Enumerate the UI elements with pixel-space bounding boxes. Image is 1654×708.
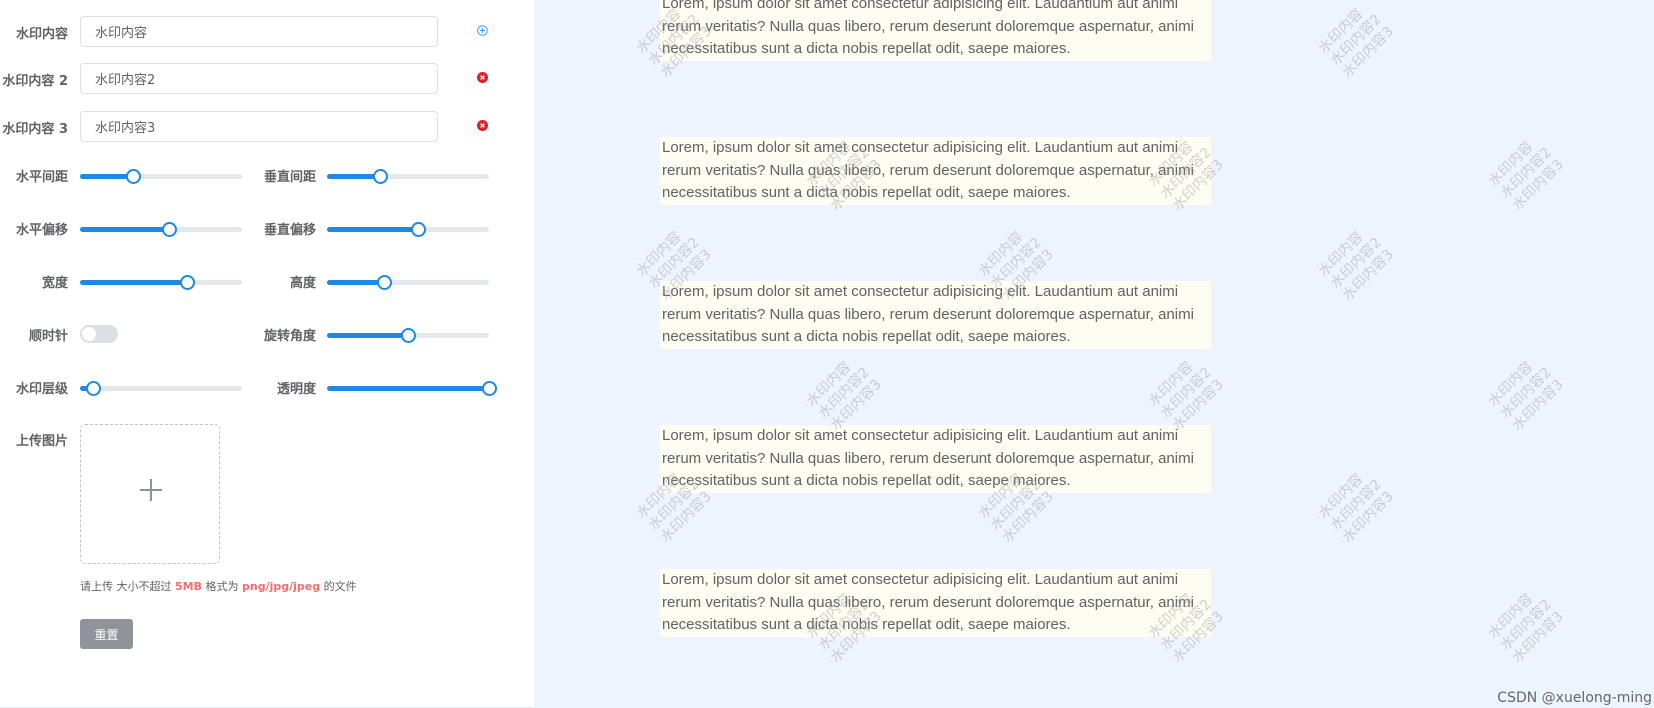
opacity-slider-thumb[interactable] bbox=[482, 381, 497, 396]
watermark-text: 水印内容 水印内容2 水印内容3 bbox=[1485, 138, 1567, 214]
gap-x-label: 水平间距 bbox=[15, 170, 68, 185]
height-slider[interactable] bbox=[327, 273, 489, 291]
offset-x-label: 水平偏移 bbox=[15, 223, 68, 238]
watermark-text: 水印内容 水印内容2 水印内容3 bbox=[1315, 5, 1397, 81]
watermark-preview-area: Lorem, ipsum dolor sit amet consectetur … bbox=[534, 0, 1654, 708]
zindex-slider-thumb[interactable] bbox=[85, 381, 101, 396]
gap-x-slider[interactable] bbox=[80, 167, 242, 185]
watermark-text: 水印内容 水印内容2 水印内容3 bbox=[1485, 358, 1567, 434]
content2-input[interactable] bbox=[80, 63, 438, 94]
remove-content3-icon[interactable] bbox=[477, 120, 488, 131]
opacity-label: 透明度 bbox=[276, 382, 316, 397]
content1-input[interactable] bbox=[80, 16, 438, 47]
watermark-text: 水印内容 水印内容2 水印内容3 bbox=[1145, 358, 1227, 434]
preview-paragraph: Lorem, ipsum dolor sit amet consectetur … bbox=[660, 281, 1211, 349]
watermark-text: 水印内容 水印内容2 水印内容3 bbox=[803, 358, 885, 434]
zindex-slider[interactable] bbox=[80, 379, 242, 397]
upload-tip-size: 5MB bbox=[175, 580, 202, 593]
height-label: 高度 bbox=[289, 276, 316, 291]
offset-y-slider-thumb[interactable] bbox=[410, 222, 426, 237]
gap-y-slider-thumb[interactable] bbox=[373, 169, 389, 184]
csdn-credit: CSDN @xuelong-ming bbox=[1497, 690, 1652, 706]
clockwise-switch-knob bbox=[82, 327, 96, 341]
gap-y-label: 垂直间距 bbox=[263, 170, 316, 185]
offset-x-slider-thumb[interactable] bbox=[162, 222, 178, 237]
upload-tip-prefix: 请上传 大小不超过 bbox=[80, 580, 172, 593]
preview-paragraph: Lorem, ipsum dolor sit amet consectetur … bbox=[660, 0, 1211, 61]
upload-tip-suffix: 的文件 bbox=[323, 580, 357, 593]
upload-label: 上传图片 bbox=[15, 434, 68, 449]
gap-x-slider-thumb[interactable] bbox=[126, 169, 142, 184]
content3-input[interactable] bbox=[80, 111, 438, 142]
preview-paragraph: Lorem, ipsum dolor sit amet consectetur … bbox=[660, 137, 1211, 205]
add-content-icon[interactable] bbox=[477, 25, 488, 36]
width-label: 宽度 bbox=[41, 276, 68, 291]
preview-paragraph: Lorem, ipsum dolor sit amet consectetur … bbox=[660, 425, 1211, 493]
watermark-text: 水印内容 水印内容2 水印内容3 bbox=[1315, 228, 1397, 304]
content2-label: 水印内容 2 bbox=[2, 74, 68, 89]
zindex-label: 水印层级 bbox=[15, 382, 68, 397]
clockwise-label: 顺时针 bbox=[28, 329, 68, 344]
content1-label: 水印内容 bbox=[15, 27, 68, 42]
watermark-text: 水印内容 水印内容2 水印内容3 bbox=[1485, 590, 1567, 666]
offset-y-slider[interactable] bbox=[327, 220, 489, 238]
remove-content2-icon[interactable] bbox=[477, 72, 488, 83]
watermark-settings-form: 水印内容 水印内容 2 水印内容 3 水平间距 垂直间距 水平偏移 垂直偏移 宽… bbox=[0, 0, 534, 708]
rotate-label: 旋转角度 bbox=[263, 329, 316, 344]
offset-x-slider[interactable] bbox=[80, 220, 242, 238]
upload-tip-formats: png/jpg/jpeg bbox=[241, 580, 321, 593]
preview-paragraph: Lorem, ipsum dolor sit amet consectetur … bbox=[660, 569, 1211, 637]
reset-button[interactable]: 重置 bbox=[80, 619, 133, 649]
image-upload-dropzone[interactable] bbox=[80, 424, 220, 564]
content3-label: 水印内容 3 bbox=[2, 122, 68, 137]
width-slider[interactable] bbox=[80, 273, 242, 291]
rotate-slider-thumb[interactable] bbox=[401, 328, 416, 343]
gap-y-slider[interactable] bbox=[327, 167, 489, 185]
upload-tip-mid: 格式为 bbox=[205, 580, 239, 593]
offset-y-label: 垂直偏移 bbox=[263, 223, 316, 238]
watermark-text: 水印内容 水印内容2 水印内容3 bbox=[1315, 470, 1397, 546]
rotate-slider[interactable] bbox=[327, 326, 489, 344]
upload-tip: 请上传 大小不超过 5MB 格式为 png/jpg/jpeg 的文件 bbox=[80, 578, 357, 594]
clockwise-switch[interactable] bbox=[80, 325, 118, 343]
plus-icon-vertical bbox=[150, 479, 152, 501]
width-slider-thumb[interactable] bbox=[179, 275, 195, 290]
height-slider-thumb[interactable] bbox=[376, 275, 392, 290]
opacity-slider[interactable] bbox=[327, 379, 497, 397]
